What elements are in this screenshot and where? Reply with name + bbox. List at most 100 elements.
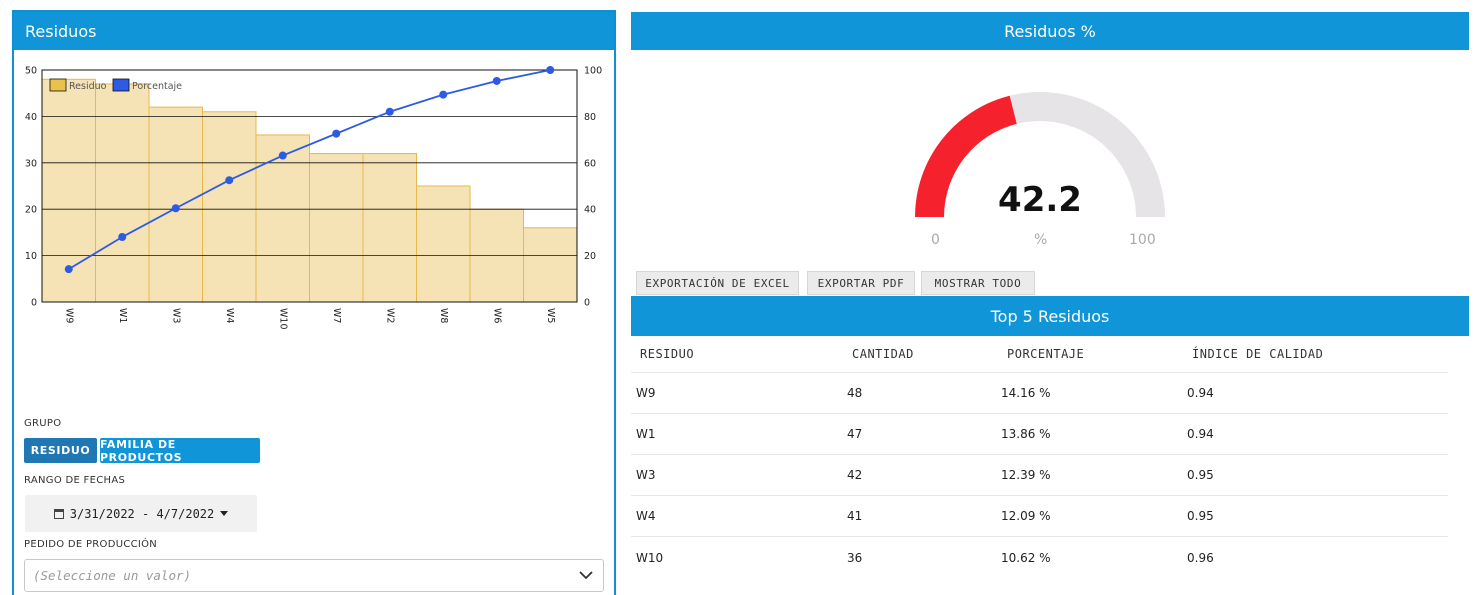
cell-cantidad: 48 (847, 386, 863, 400)
residuo-button[interactable]: RESIDUO (24, 438, 97, 463)
legend-label-porcentaje: Porcentaje (132, 81, 182, 92)
top5-header: Top 5 Residuos (631, 296, 1469, 336)
export-pdf-button[interactable]: EXPORTAR PDF (807, 271, 915, 295)
y-tick-label: 50 (25, 66, 37, 77)
table-row: W10 36 10.62 % 0.96 (631, 537, 1448, 578)
calendar-icon (53, 508, 64, 519)
top5-title: Top 5 Residuos (990, 306, 1110, 326)
legend-label-residuo: Residuo (69, 81, 107, 92)
x-tick-label: W5 (545, 308, 556, 323)
line-point (171, 204, 180, 213)
y2-tick-label: 0 (584, 298, 590, 309)
x-tick-label: W6 (491, 308, 502, 323)
x-tick-label: W9 (63, 308, 74, 323)
pedido-produccion-select[interactable]: (Seleccione un valor) (24, 559, 604, 592)
bar-W8 (416, 185, 471, 303)
table-row: W1 47 13.86 % 0.94 (631, 414, 1448, 455)
bar-W4 (202, 111, 257, 303)
line-point (492, 76, 501, 85)
pareto-chart: 0 10 20 30 40 50 0 20 40 60 80 100 W9 W1 W3 W4 W10 W7 W2 W8… (14, 50, 614, 350)
y-tick-label: 40 (25, 112, 37, 123)
column-header-residuo: RESIDUO (640, 347, 695, 361)
table-row: W4 41 12.09 % 0.95 (631, 496, 1448, 537)
date-range-value: 3/31/2022 - 4/7/2022 (69, 506, 215, 521)
gauge-title: Residuos % (1004, 21, 1096, 41)
cell-cantidad: 41 (847, 509, 863, 523)
legend-swatch-porcentaje (112, 78, 130, 92)
x-tick-label: W10 (277, 308, 288, 329)
cell-residuo: W3 (636, 468, 656, 482)
y-tick-label: 0 (31, 298, 37, 309)
bar-W5 (523, 227, 578, 303)
gauge-svg (915, 92, 1165, 217)
cell-porcentaje: 13.86 % (1001, 427, 1051, 441)
cell-indice-calidad: 0.95 (1187, 468, 1214, 482)
grupo-label: GRUPO (24, 418, 62, 429)
date-range-picker[interactable]: 3/31/2022 - 4/7/2022 (25, 495, 257, 532)
bar-W7 (309, 153, 364, 303)
y-tick-label: 30 (25, 158, 37, 169)
x-tick-label: W2 (384, 308, 395, 323)
gauge-widget: 42.2 0 % 100 (631, 50, 1469, 260)
panel-title: Residuos (25, 21, 97, 41)
y2-tick-label: 100 (584, 66, 602, 77)
line-point (225, 176, 234, 185)
show-all-button[interactable]: MOSTRAR TODO (921, 271, 1035, 295)
line-point (118, 232, 127, 241)
cell-residuo: W10 (636, 550, 664, 565)
chevron-down-icon (579, 571, 593, 580)
column-header-porcentaje: PORCENTAJE (1007, 347, 1085, 361)
x-tick-label: W4 (224, 308, 235, 323)
cell-residuo: W9 (636, 386, 656, 400)
y2-tick-label: 20 (584, 251, 596, 262)
gauge-max-label: 100 (1129, 232, 1156, 248)
line-point (546, 66, 555, 74)
line-point (439, 90, 448, 99)
cell-porcentaje: 14.16 % (1001, 386, 1051, 400)
cell-residuo: W1 (636, 427, 656, 441)
table-header-row: RESIDUO CANTIDAD PORCENTAJE ÍNDICE DE CA… (631, 336, 1448, 373)
y2-tick-label: 60 (584, 158, 596, 169)
x-tick-label: W3 (170, 308, 181, 323)
cell-indice-calidad: 0.96 (1187, 550, 1214, 565)
cell-indice-calidad: 0.94 (1187, 427, 1214, 441)
y2-tick-label: 80 (584, 112, 596, 123)
cell-residuo: W4 (636, 509, 656, 523)
gauge-unit-label: % (1034, 232, 1048, 248)
top5-table: RESIDUO CANTIDAD PORCENTAJE ÍNDICE DE CA… (631, 336, 1448, 578)
cell-indice-calidad: 0.95 (1187, 509, 1214, 523)
cell-cantidad: 47 (847, 427, 863, 441)
line-point (385, 107, 394, 116)
x-tick-label: W8 (438, 308, 449, 323)
caret-down-icon (220, 511, 229, 516)
cell-cantidad: 36 (847, 550, 863, 565)
line-point (64, 265, 73, 274)
pedido-produccion-label: PEDIDO DE PRODUCCIÓN (24, 539, 158, 550)
table-row: W3 42 12.39 % 0.95 (631, 455, 1448, 496)
cell-cantidad: 42 (847, 468, 863, 482)
line-point (278, 151, 287, 160)
y2-tick-label: 40 (584, 205, 596, 216)
y-tick-label: 20 (25, 205, 37, 216)
column-header-cantidad: CANTIDAD (852, 347, 914, 361)
cell-indice-calidad: 0.94 (1187, 386, 1214, 400)
gauge-min-label: 0 (931, 232, 940, 248)
x-tick-label: W1 (117, 308, 128, 323)
export-excel-button[interactable]: EXPORTACIÓN DE EXCEL (636, 271, 799, 295)
cell-porcentaje: 10.62 % (1001, 550, 1051, 565)
familia-productos-button[interactable]: FAMILIA DE PRODUCTOS (100, 438, 260, 464)
column-header-indice-calidad: ÍNDICE DE CALIDAD (1192, 347, 1324, 361)
pareto-chart-svg: 0 10 20 30 40 50 0 20 40 60 80 100 W9 W1 W3 W4 W10 W7 W2 W8… (25, 66, 602, 330)
gauge-value: 42.2 (998, 180, 1082, 220)
panel-header: Residuos (14, 12, 614, 50)
legend-swatch-residuo (49, 78, 67, 92)
cell-porcentaje: 12.09 % (1001, 509, 1051, 523)
select-placeholder: (Seleccione un valor) (33, 568, 192, 583)
line-point (332, 129, 341, 138)
cell-porcentaje: 12.39 % (1001, 468, 1051, 482)
bar-W10 (255, 134, 310, 303)
rango-fechas-label: RANGO DE FECHAS (24, 475, 126, 486)
gauge-header: Residuos % (631, 12, 1469, 50)
table-row: W9 48 14.16 % 0.94 (631, 373, 1448, 414)
y-tick-label: 10 (25, 251, 37, 262)
